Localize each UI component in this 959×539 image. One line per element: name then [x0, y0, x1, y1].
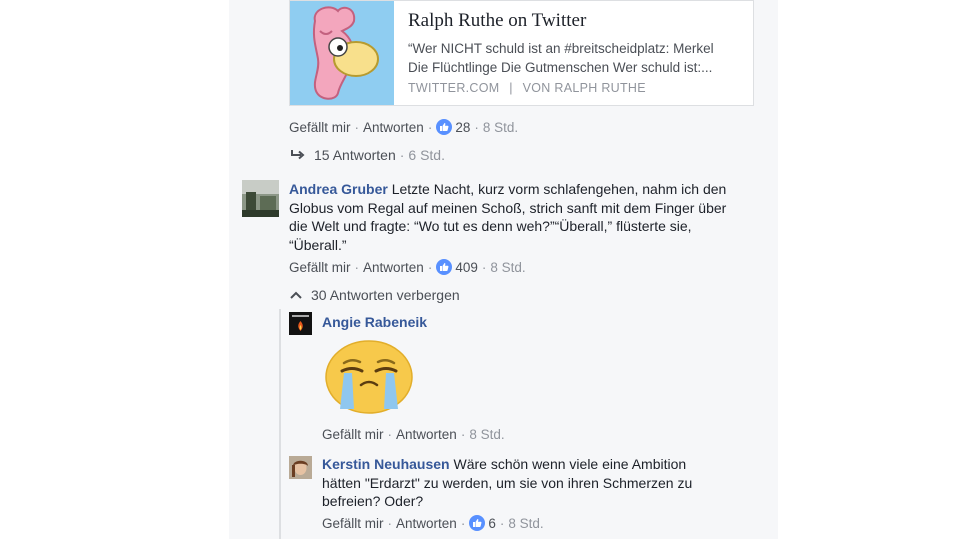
like-count[interactable]: 28: [455, 120, 470, 135]
like-icon: [469, 515, 486, 531]
like-button[interactable]: Gefällt mir: [322, 516, 384, 531]
hide-replies-link[interactable]: 30 Antworten verbergen: [290, 287, 460, 303]
crying-sticker-icon: [324, 339, 414, 415]
comment-text: Globus vom Regal auf meinen Schoß, stric…: [289, 199, 727, 216]
like-button[interactable]: Gefällt mir: [322, 427, 384, 442]
reply-arrow-icon: [291, 150, 305, 160]
reply-button[interactable]: Antworten: [396, 427, 457, 442]
timestamp[interactable]: 8 Std.: [508, 516, 543, 531]
preview-source: TWITTER.COM | VON RALPH RUTHE: [408, 81, 646, 95]
like-button[interactable]: Gefällt mir: [289, 260, 351, 275]
like-icon: [436, 119, 453, 135]
reply-button[interactable]: Antworten: [363, 260, 424, 275]
hide-replies-label[interactable]: 30 Antworten verbergen: [311, 287, 460, 303]
link-preview-card[interactable]: Ralph Ruthe on Twitter “Wer NICHT schuld…: [289, 0, 754, 106]
like-count[interactable]: 409: [455, 260, 478, 275]
replies-count[interactable]: 15 Antworten: [314, 147, 396, 163]
comment-author[interactable]: Angie Rabeneik: [322, 314, 427, 330]
preview-domain: TWITTER.COM: [408, 81, 500, 95]
preview-author: VON RALPH RUTHE: [522, 81, 646, 95]
comment-body: Kerstin Neuhausen Wäre schön wenn viele …: [322, 455, 742, 511]
comment-text: hätten "Erdarzt" zu werden, um sie von i…: [322, 474, 693, 491]
timestamp[interactable]: 8 Std.: [490, 260, 525, 275]
comment-text: Wäre schön wenn viele eine Ambition: [453, 456, 687, 472]
like-icon: [436, 259, 453, 275]
comment-body: Andrea Gruber Letzte Nacht, kurz vorm sc…: [289, 180, 749, 254]
avatar[interactable]: [242, 180, 279, 217]
avatar[interactable]: [289, 456, 312, 479]
comment-actions: Gefällt mir · Antworten · 6 · 8 Std.: [322, 515, 544, 531]
reply-button[interactable]: Antworten: [363, 120, 424, 135]
preview-desc-line: “Wer NICHT schuld ist an #breitscheidpla…: [408, 41, 714, 56]
chevron-up-icon: [290, 291, 302, 299]
like-button[interactable]: Gefällt mir: [289, 120, 351, 135]
comment-author[interactable]: Kerstin Neuhausen: [322, 456, 450, 472]
timestamp[interactable]: 8 Std.: [469, 427, 504, 442]
preview-image: [290, 1, 394, 105]
comment-actions: Gefällt mir · Antworten · 8 Std.: [322, 427, 505, 442]
comment-text: die Welt und fragte: “Wo tut es denn weh…: [289, 218, 692, 234]
avatar[interactable]: [289, 312, 312, 335]
reply-header: Angie Rabeneik: [322, 313, 427, 332]
preview-description: “Wer NICHT schuld ist an #breitscheidpla…: [408, 39, 743, 77]
timestamp[interactable]: 8 Std.: [483, 120, 518, 135]
replies-timestamp: 6 Std.: [408, 147, 445, 163]
preview-title[interactable]: Ralph Ruthe on Twitter: [408, 10, 586, 32]
comment-text: befreien? Oder?: [322, 493, 424, 509]
like-count[interactable]: 6: [488, 516, 496, 531]
comment-text: “Überall.”: [289, 236, 347, 253]
comment-text: Letzte Nacht, kurz vorm schlafengehen, n…: [391, 181, 727, 197]
reply-button[interactable]: Antworten: [396, 516, 457, 531]
thread-line: [279, 309, 281, 539]
comment-actions: Gefällt mir · Antworten · 28 · 8 Std.: [289, 119, 519, 135]
preview-desc-line: Die Flüchtlinge Die Gutmenschen Wer schu…: [408, 60, 713, 75]
comment-author[interactable]: Andrea Gruber: [289, 181, 388, 197]
view-replies-link[interactable]: 15 Antworten · 6 Std.: [290, 147, 445, 163]
comment-actions: Gefällt mir · Antworten · 409 · 8 Std.: [289, 259, 526, 275]
